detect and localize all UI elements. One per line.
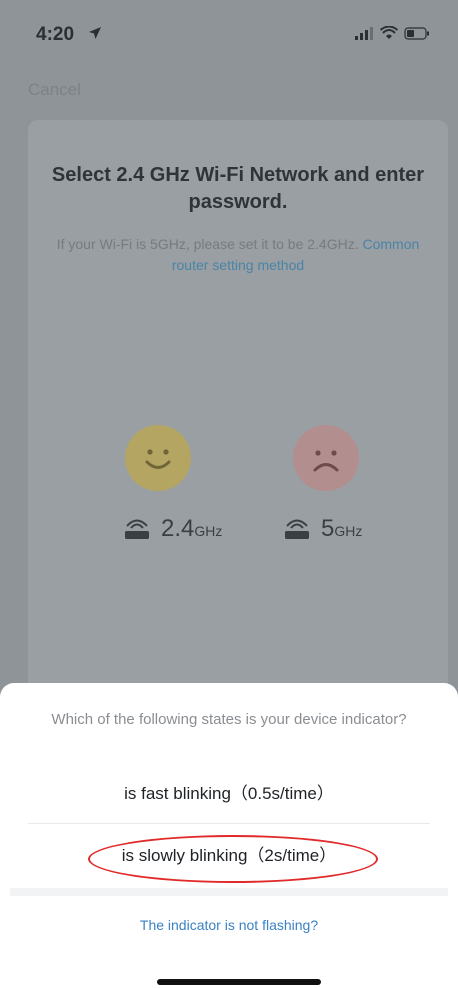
option-divider [28,823,430,824]
battery-icon [404,26,429,40]
band-5-unit: GHz [334,523,363,539]
status-icons [354,26,430,40]
band-2-4-unit: GHz [194,523,223,539]
band-2-4ghz: 2.4GHz [123,515,222,543]
cancel-button[interactable]: Cancel [28,80,81,100]
wifi-icon [380,26,398,39]
card-title: Select 2.4 GHz Wi-Fi Network and enter p… [51,164,425,213]
status-time: 4:20 [36,24,75,45]
not-flashing-link[interactable]: The indicator is not flashing? [0,917,458,933]
band-5-value: 5 [321,515,335,542]
router-icon [285,519,309,539]
router-icon [125,519,149,539]
band-5ghz: 5GHz [283,515,362,543]
slow-blinking-option[interactable]: is slowly blinking（2s/time） [0,829,458,883]
card-subtitle: If your Wi-Fi is 5GHz, please set it to … [48,234,428,276]
home-indicator [157,979,321,985]
cellular-signal-icon [355,27,373,40]
status-bar: 4:20 [0,0,458,62]
sad-face-icon [293,425,359,491]
section-separator [10,888,448,896]
wifi-band-card: Select 2.4 GHz Wi-Fi Network and enter p… [28,120,448,700]
card-subtitle-text: If your Wi-Fi is 5GHz, please set it to … [56,236,359,252]
fast-blinking-option[interactable]: is fast blinking（0.5s/time） [0,767,458,821]
band-2-4-value: 2.4 [161,515,195,542]
location-arrow-icon [89,27,101,39]
sheet-question: Which of the following states is your de… [51,711,407,728]
indicator-state-sheet: Which of the following states is your de… [0,683,458,988]
smiley-face-icon [125,425,191,491]
